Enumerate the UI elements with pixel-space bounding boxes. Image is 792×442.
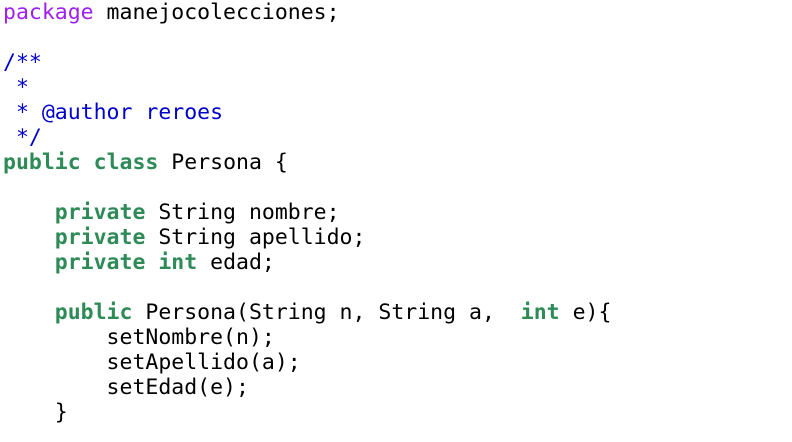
code-token: manejocolecciones; xyxy=(93,0,340,25)
code-token: * xyxy=(3,75,29,100)
code-token: /** xyxy=(3,50,42,75)
code-token: int xyxy=(158,250,198,275)
code-token: e){ xyxy=(559,300,612,325)
code-token: edad; xyxy=(197,250,275,275)
code-line[interactable]: private String nombre; xyxy=(3,200,340,225)
code-token: private xyxy=(54,250,146,275)
code-line[interactable]: private int edad; xyxy=(3,250,275,275)
code-token: setEdad(e); xyxy=(3,375,249,400)
code-line[interactable]: /** xyxy=(3,50,42,75)
code-token: Persona(String n, String a, xyxy=(132,300,521,325)
code-line[interactable]: setApellido(a); xyxy=(3,350,301,375)
code-token: */ xyxy=(3,125,42,150)
code-line[interactable]: setEdad(e); xyxy=(3,375,249,400)
code-line[interactable]: public Persona(String n, String a, int e… xyxy=(3,300,612,325)
code-line[interactable]: private String apellido; xyxy=(3,225,366,250)
code-editor[interactable]: package manejocolecciones; /** * * @autho… xyxy=(3,0,789,442)
code-line[interactable]: } xyxy=(3,400,68,425)
code-token: int xyxy=(520,300,560,325)
code-token: setApellido(a); xyxy=(3,350,301,375)
code-line[interactable]: setNombre(n); xyxy=(3,325,275,350)
code-line[interactable]: public class Persona { xyxy=(3,150,288,175)
code-line[interactable]: * @author reroes xyxy=(3,100,223,125)
code-token: public xyxy=(54,300,133,325)
code-token: public xyxy=(3,150,81,175)
code-token: } xyxy=(3,400,68,425)
code-token: Persona { xyxy=(158,150,288,175)
code-line[interactable]: */ xyxy=(3,125,42,150)
code-token: class xyxy=(93,150,159,175)
code-token: private xyxy=(54,200,146,225)
code-line[interactable]: package manejocolecciones; xyxy=(3,0,340,25)
code-token: private xyxy=(54,225,146,250)
code-line[interactable]: * xyxy=(3,75,29,100)
code-token: * @author reroes xyxy=(3,100,224,125)
code-token: String nombre; xyxy=(145,200,340,225)
code-token: setNombre(n); xyxy=(3,325,275,350)
code-token: package xyxy=(3,0,94,25)
code-token: String apellido; xyxy=(145,225,366,250)
